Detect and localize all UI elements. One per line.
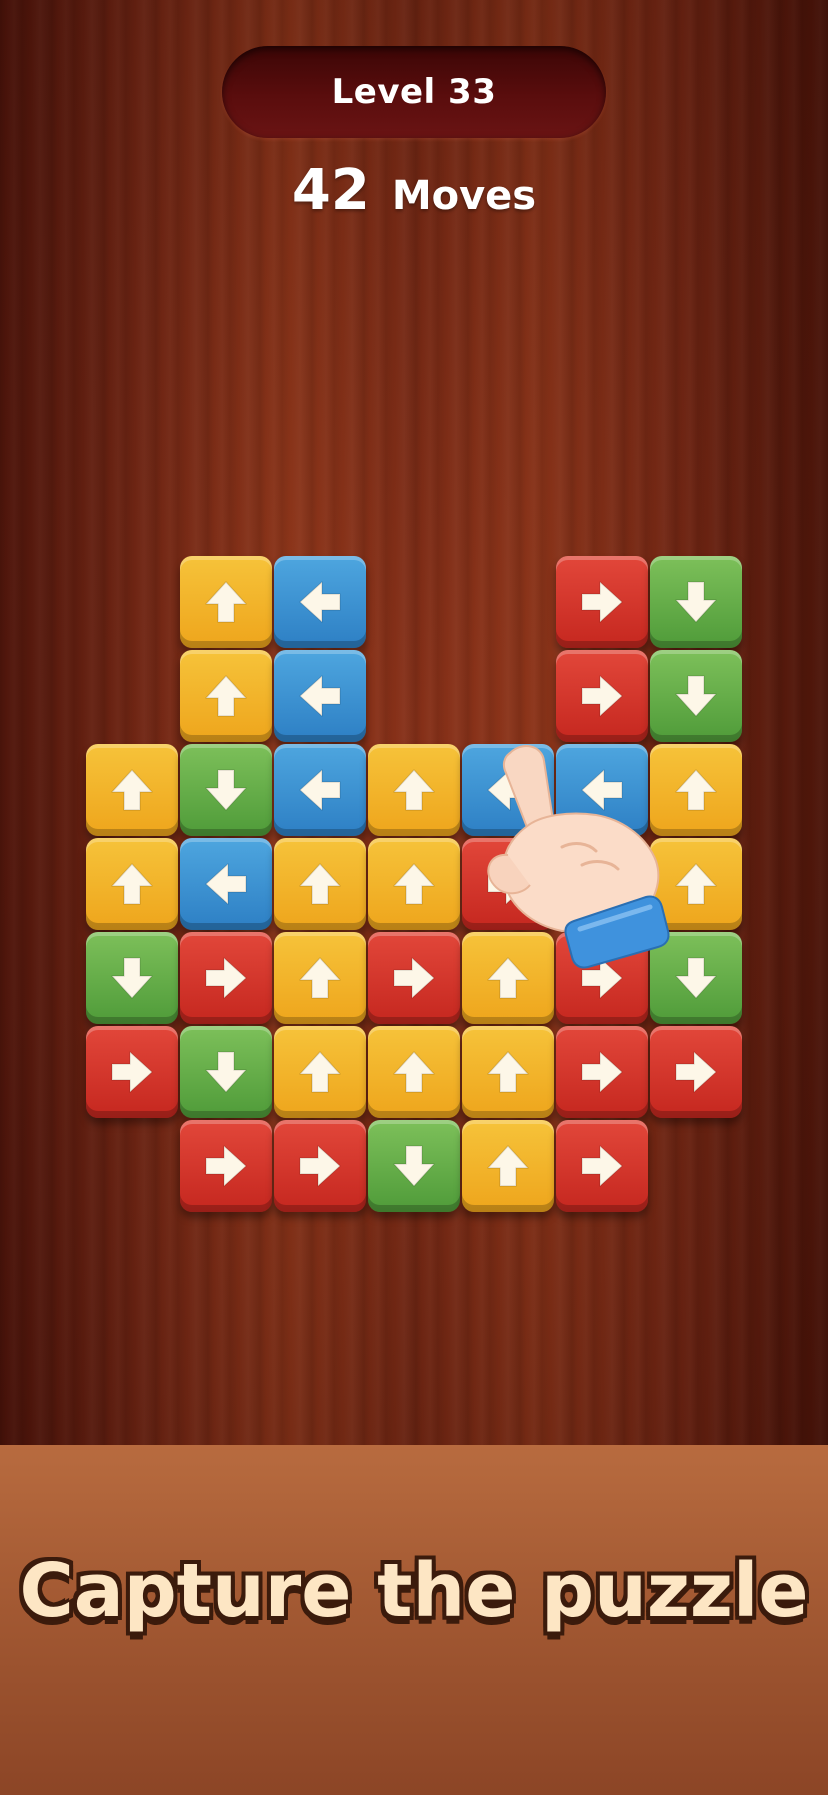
arrow-left-icon	[299, 769, 341, 811]
tile-yellow-up[interactable]	[180, 556, 272, 648]
arrow-down-icon	[675, 957, 717, 999]
arrow-right-icon	[581, 675, 623, 717]
arrow-right-icon	[205, 1145, 247, 1187]
arrow-up-icon	[675, 769, 717, 811]
puzzle-board	[0, 0, 828, 1300]
tile-blue-left[interactable]	[462, 744, 554, 836]
tile-yellow-up[interactable]	[462, 932, 554, 1024]
arrow-right-icon	[581, 957, 623, 999]
arrow-left-icon	[205, 863, 247, 905]
tile-red-right[interactable]	[556, 650, 648, 742]
tile-green-down[interactable]	[368, 1120, 460, 1212]
arrow-down-icon	[675, 675, 717, 717]
tile-red-right[interactable]	[180, 932, 272, 1024]
tile-red-right[interactable]	[556, 1026, 648, 1118]
tile-yellow-up[interactable]	[180, 650, 272, 742]
arrow-right-icon	[111, 1051, 153, 1093]
arrow-down-icon	[111, 957, 153, 999]
tile-red-right[interactable]	[556, 932, 648, 1024]
tile-green-down[interactable]	[650, 650, 742, 742]
tile-yellow-up[interactable]	[650, 744, 742, 836]
arrow-left-icon	[581, 769, 623, 811]
arrow-left-icon	[299, 581, 341, 623]
tile-green-down[interactable]	[180, 744, 272, 836]
tile-red-right[interactable]	[556, 1120, 648, 1212]
arrow-right-icon	[675, 1051, 717, 1093]
arrow-right-icon	[581, 1051, 623, 1093]
tile-red-right[interactable]	[556, 556, 648, 648]
arrow-up-icon	[487, 957, 529, 999]
arrow-up-icon	[393, 1051, 435, 1093]
arrow-down-icon	[205, 769, 247, 811]
arrow-up-icon	[487, 1051, 529, 1093]
tile-blue-left[interactable]	[274, 744, 366, 836]
arrow-right-icon	[205, 957, 247, 999]
tile-yellow-up[interactable]	[86, 838, 178, 930]
tile-blue-left[interactable]	[556, 744, 648, 836]
arrow-up-icon	[393, 863, 435, 905]
arrow-right-icon	[487, 863, 529, 905]
tile-green-down[interactable]	[86, 932, 178, 1024]
tile-red-right[interactable]	[368, 932, 460, 1024]
tile-blue-left[interactable]	[274, 650, 366, 742]
tile-red-right[interactable]	[86, 1026, 178, 1118]
arrow-up-icon	[299, 1051, 341, 1093]
tile-yellow-up[interactable]	[368, 838, 460, 930]
arrow-down-icon	[205, 1051, 247, 1093]
tile-yellow-up[interactable]	[462, 1120, 554, 1212]
arrow-right-icon	[581, 1145, 623, 1187]
tile-red-right[interactable]	[650, 1026, 742, 1118]
arrow-up-icon	[675, 863, 717, 905]
tile-red-right[interactable]	[180, 1120, 272, 1212]
tagline: Capture the puzzle	[19, 1548, 809, 1634]
arrow-up-icon	[205, 675, 247, 717]
arrow-up-icon	[205, 581, 247, 623]
arrow-up-icon	[111, 863, 153, 905]
arrow-right-icon	[581, 581, 623, 623]
tile-green-down[interactable]	[180, 1026, 272, 1118]
tile-blue-left[interactable]	[274, 556, 366, 648]
tile-green-down[interactable]	[650, 932, 742, 1024]
tile-yellow-up[interactable]	[650, 838, 742, 930]
arrow-down-icon	[675, 581, 717, 623]
tile-yellow-up[interactable]	[86, 744, 178, 836]
tile-blue-left[interactable]	[180, 838, 272, 930]
tile-red-right[interactable]	[274, 1120, 366, 1212]
arrow-right-icon	[393, 957, 435, 999]
arrow-up-icon	[299, 863, 341, 905]
arrow-up-icon	[111, 769, 153, 811]
arrow-up-icon	[299, 957, 341, 999]
arrow-right-icon	[299, 1145, 341, 1187]
tile-red-right[interactable]	[462, 838, 554, 930]
tile-yellow-up[interactable]	[274, 932, 366, 1024]
arrow-up-icon	[487, 1145, 529, 1187]
arrow-up-icon	[393, 769, 435, 811]
arrow-left-icon	[487, 769, 529, 811]
tile-yellow-up[interactable]	[368, 744, 460, 836]
tile-green-down[interactable]	[650, 556, 742, 648]
tile-yellow-up[interactable]	[462, 1026, 554, 1118]
tile-yellow-up[interactable]	[274, 1026, 366, 1118]
tile-yellow-up[interactable]	[368, 1026, 460, 1118]
arrow-left-icon	[299, 675, 341, 717]
tile-yellow-up[interactable]	[274, 838, 366, 930]
arrow-down-icon	[393, 1145, 435, 1187]
